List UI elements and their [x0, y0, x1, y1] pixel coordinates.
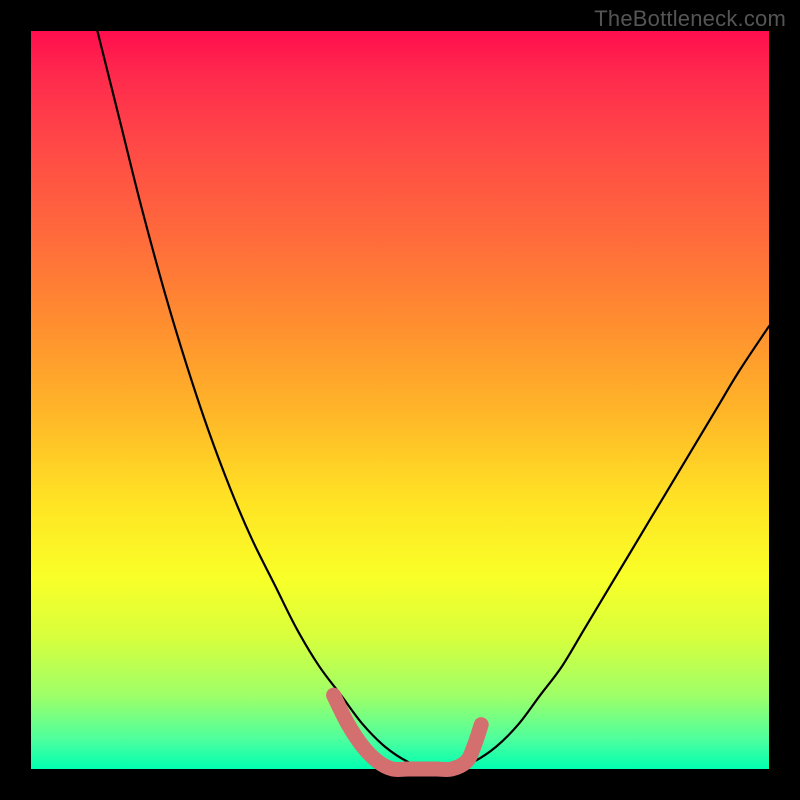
watermark-text: TheBottleneck.com: [594, 6, 786, 32]
curve-notch: [334, 695, 482, 769]
chart-frame: TheBottleneck.com: [0, 0, 800, 800]
plot-area: [31, 31, 769, 769]
curve-main: [97, 31, 769, 770]
chart-svg: [31, 31, 769, 769]
